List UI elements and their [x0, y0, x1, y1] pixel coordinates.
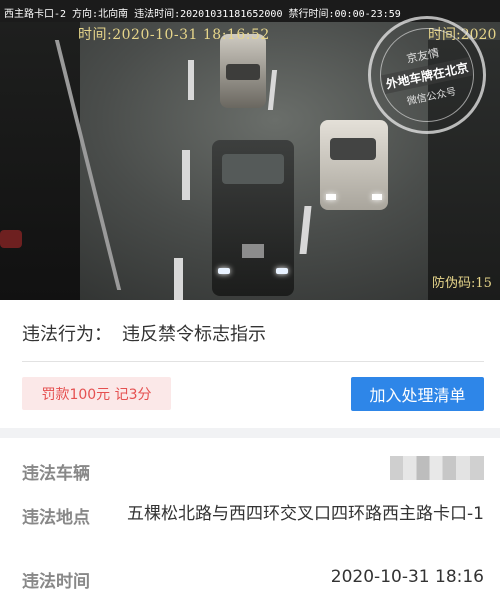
left-car-light: [0, 230, 22, 248]
car-back: [220, 34, 266, 108]
anti-fake-code: 防伪码:15: [432, 276, 492, 291]
vehicle-label: 违法车辆: [22, 464, 90, 484]
car-front: [212, 140, 294, 296]
vehicle-plate-blurred: [390, 456, 484, 480]
lane-marking: [174, 258, 183, 300]
location-value: 五棵松北路与西四环交叉口四环路西主路卡口-1: [127, 504, 484, 524]
photo-timestamp: 时间:2020-10-31 18:16:52: [78, 27, 270, 43]
lane-marking: [299, 206, 312, 254]
lane-marking: [267, 70, 278, 110]
violation-photo[interactable]: 西主路卡口-2 方向:北向南 违法时间:20201031181652000 禁行…: [0, 0, 500, 300]
location-label: 违法地点: [22, 508, 90, 528]
section-gap: [0, 428, 500, 438]
car-right: [320, 120, 388, 210]
behavior-value: 违反禁令标志指示: [122, 324, 266, 345]
road-left-dark: [0, 22, 80, 300]
photo-caption: 西主路卡口-2 方向:北向南 违法时间:20201031181652000 禁行…: [4, 9, 401, 20]
time-label: 违法时间: [22, 572, 90, 592]
add-to-list-button[interactable]: 加入处理清单: [351, 377, 484, 411]
lane-marking: [188, 60, 194, 100]
divider: [22, 361, 484, 362]
time-value: 2020-10-31 18:16: [330, 567, 484, 587]
fine-badge: 罚款100元 记3分: [22, 377, 171, 410]
behavior-label: 违法行为：: [22, 324, 112, 345]
lane-marking: [182, 150, 190, 200]
